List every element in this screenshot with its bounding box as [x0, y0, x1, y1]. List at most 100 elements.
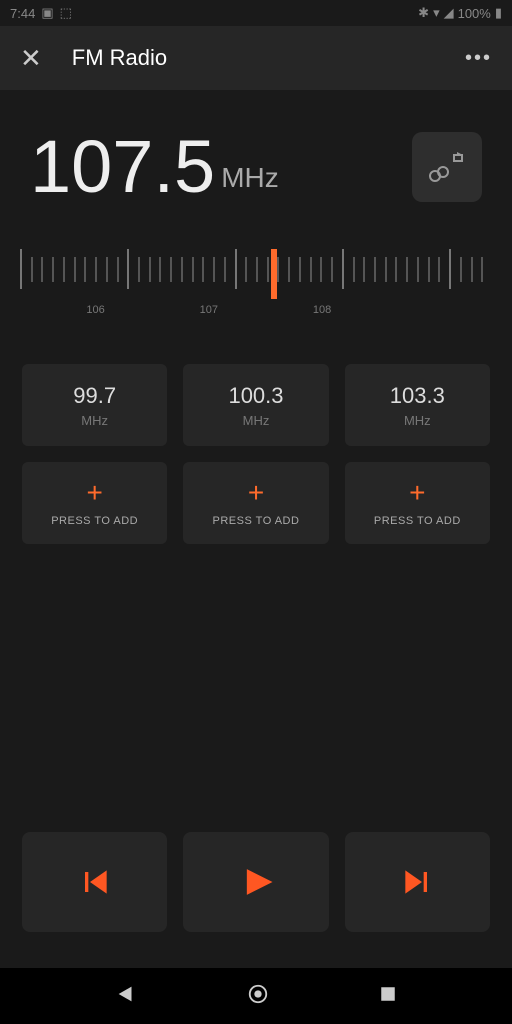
battery-icon: ▮	[495, 5, 502, 21]
back-icon	[115, 983, 137, 1005]
dial-tick	[159, 257, 161, 282]
dial-tick	[106, 257, 108, 282]
recent-icon	[379, 985, 397, 1003]
dial-tick	[95, 257, 97, 282]
dial-tick	[84, 257, 86, 282]
lock-icon: ⬚	[60, 5, 72, 21]
preset-add-label: PRESS TO ADD	[374, 515, 461, 527]
frequency-display: 107.5 MHz	[0, 90, 512, 224]
dial-tick	[138, 257, 140, 282]
plus-icon: +	[86, 479, 102, 507]
preset-frequency: 103.3	[390, 383, 445, 409]
preset-add-label: PRESS TO ADD	[51, 515, 138, 527]
plus-icon: +	[248, 479, 264, 507]
dial-tick	[460, 257, 462, 282]
dial-tick	[20, 249, 22, 289]
speaker-icon	[429, 152, 465, 182]
tuning-dial[interactable]: 106 107 108	[0, 224, 512, 334]
dial-tick	[374, 257, 376, 282]
previous-button[interactable]	[22, 832, 167, 932]
output-toggle-button[interactable]	[412, 132, 482, 202]
dial-tick	[342, 249, 344, 289]
dial-tick	[235, 249, 237, 289]
dial-tick	[449, 249, 451, 289]
dial-tick	[267, 257, 269, 282]
playback-controls	[0, 832, 512, 958]
dial-tick	[310, 257, 312, 282]
dial-tick	[471, 257, 473, 282]
presets-grid: 99.7 MHz 100.3 MHz 103.3 MHz + PRESS TO ADD + PRE…	[0, 334, 512, 544]
home-icon	[247, 983, 269, 1005]
dial-tick	[256, 257, 258, 282]
dial-tick	[288, 257, 290, 282]
preset-add-button[interactable]: + PRESS TO ADD	[183, 462, 328, 544]
play-button[interactable]	[183, 832, 328, 932]
preset-unit: MHz	[81, 413, 108, 428]
dial-tick	[170, 257, 172, 282]
dial-tick	[320, 257, 322, 282]
dial-tick	[299, 257, 301, 282]
image-icon: ▣	[41, 5, 53, 21]
battery-text: 100%	[458, 6, 491, 21]
dial-tick	[202, 257, 204, 282]
dial-tick	[385, 257, 387, 282]
dial-tick	[63, 257, 65, 282]
dial-tick	[149, 257, 151, 282]
preset-frequency: 99.7	[73, 383, 116, 409]
preset-frequency: 100.3	[228, 383, 283, 409]
dial-tick	[74, 257, 76, 282]
dial-tick	[363, 257, 365, 282]
dial-tick	[353, 257, 355, 282]
frequency-unit: MHz	[221, 162, 279, 194]
dial-label: 106	[86, 304, 104, 316]
preset-add-label: PRESS TO ADD	[213, 515, 300, 527]
app-title: FM Radio	[72, 45, 435, 71]
nav-recent-button[interactable]	[379, 985, 397, 1008]
dial-tick	[331, 257, 333, 282]
skip-next-icon	[397, 862, 437, 902]
more-button[interactable]: •••	[465, 47, 492, 70]
play-icon	[234, 860, 278, 904]
wifi-icon: ▾	[433, 5, 440, 21]
dial-tick	[181, 257, 183, 282]
dial-tick	[213, 257, 215, 282]
preset-station-button[interactable]: 99.7 MHz	[22, 364, 167, 446]
preset-station-button[interactable]: 103.3 MHz	[345, 364, 490, 446]
dial-tick	[438, 257, 440, 282]
nav-home-button[interactable]	[247, 983, 269, 1010]
preset-add-button[interactable]: + PRESS TO ADD	[22, 462, 167, 544]
bluetooth-icon: ✱	[418, 5, 429, 21]
dial-tick	[245, 257, 247, 282]
dial-tick	[395, 257, 397, 282]
nav-back-button[interactable]	[115, 983, 137, 1010]
dial-tick	[31, 257, 33, 282]
frequency-value: 107.5	[30, 130, 215, 204]
next-button[interactable]	[345, 832, 490, 932]
dial-label: 108	[313, 304, 331, 316]
close-button[interactable]: ✕	[20, 43, 42, 74]
preset-station-button[interactable]: 100.3 MHz	[183, 364, 328, 446]
dial-tick	[417, 257, 419, 282]
navigation-bar	[0, 968, 512, 1024]
dial-tick	[224, 257, 226, 282]
preset-unit: MHz	[243, 413, 270, 428]
preset-add-button[interactable]: + PRESS TO ADD	[345, 462, 490, 544]
dial-tick	[277, 257, 279, 282]
dial-marker	[271, 249, 277, 299]
plus-icon: +	[409, 479, 425, 507]
dial-tick	[117, 257, 119, 282]
dial-tick	[406, 257, 408, 282]
status-time: 7:44	[10, 6, 35, 21]
dial-tick	[428, 257, 430, 282]
skip-previous-icon	[75, 862, 115, 902]
app-bar: ✕ FM Radio •••	[0, 26, 512, 90]
preset-unit: MHz	[404, 413, 431, 428]
dial-tick	[192, 257, 194, 282]
dial-tick	[52, 257, 54, 282]
dial-label: 107	[200, 304, 218, 316]
signal-icon: ◢	[444, 5, 454, 21]
status-bar: 7:44 ▣ ⬚ ✱ ▾ ◢ 100% ▮	[0, 0, 512, 26]
dial-tick	[481, 257, 483, 282]
dial-tick	[41, 257, 43, 282]
dial-tick	[127, 249, 129, 289]
